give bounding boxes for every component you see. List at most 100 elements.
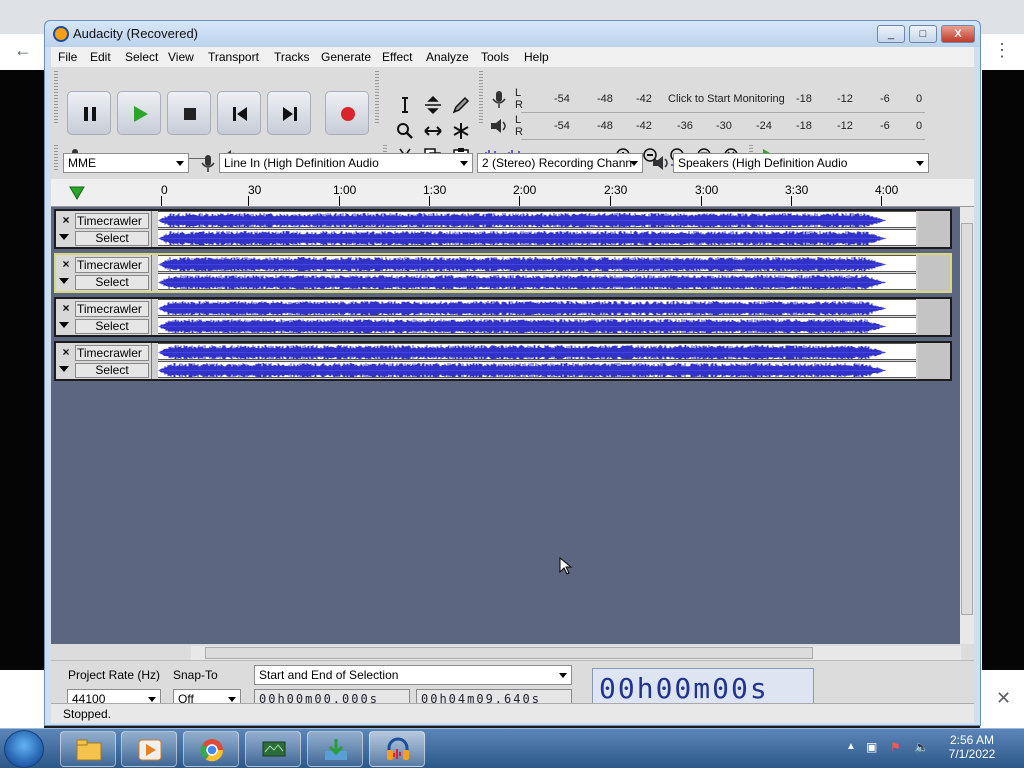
play-head-icon[interactable] <box>68 185 88 201</box>
playback-meter-toggle[interactable] <box>487 114 511 138</box>
menu-analyze[interactable]: Analyze <box>426 50 469 64</box>
status-text: Stopped. <box>63 707 112 721</box>
tray-network-icon[interactable]: ▣ <box>866 740 877 754</box>
track-close-button[interactable]: × <box>59 213 73 227</box>
more-menu-icon[interactable]: ⋮ <box>993 40 1011 61</box>
track-select-button[interactable]: Select <box>75 231 149 246</box>
track-close-button[interactable]: × <box>59 301 73 315</box>
audio-track[interactable]: × Timecrawler Select <box>54 209 952 249</box>
track-select-button[interactable]: Select <box>75 363 149 378</box>
audio-track[interactable]: × Timecrawler Select <box>54 297 952 337</box>
toolbar-grip[interactable] <box>375 71 379 123</box>
audio-position-display[interactable]: 00h00m00s <box>592 668 814 708</box>
record-meter-tick: -12 <box>837 93 853 105</box>
taskbar-audacity[interactable] <box>369 731 425 767</box>
skip-to-end-button[interactable] <box>267 91 311 135</box>
menu-effect[interactable]: Effect <box>382 50 412 64</box>
track-close-button[interactable]: × <box>59 257 73 271</box>
play-button[interactable] <box>117 91 161 135</box>
skip-to-start-button[interactable] <box>217 91 261 135</box>
chevron-down-icon <box>176 161 184 166</box>
track-name-menu[interactable]: Timecrawler <box>75 301 149 317</box>
multi-tool[interactable] <box>449 119 473 143</box>
taskbar-explorer[interactable] <box>60 731 116 767</box>
taskbar-installer[interactable] <box>307 731 363 767</box>
menu-edit[interactable]: Edit <box>90 50 111 64</box>
ruler-tick <box>519 196 520 206</box>
tray-action-center-icon[interactable]: ⚑ <box>890 740 901 754</box>
recording-channels-select[interactable]: 2 (Stereo) Recording Chann <box>477 153 643 173</box>
record-meter-hint[interactable]: Click to Start Monitoring <box>668 93 785 105</box>
start-button[interactable] <box>4 730 44 768</box>
close-button[interactable]: X <box>941 25 975 43</box>
menu-tools[interactable]: Tools <box>481 50 509 64</box>
timeline-ruler[interactable]: 0 30 1:00 1:30 2:00 2:30 3:00 3:30 4:00 <box>51 179 974 207</box>
stop-icon <box>184 108 196 120</box>
envelope-tool[interactable] <box>421 93 445 117</box>
toolbar-grip[interactable] <box>54 71 58 123</box>
track-waveform[interactable] <box>158 299 916 335</box>
playback-meter-tick: -42 <box>636 120 652 132</box>
vertical-scrollbar-thumb[interactable] <box>961 223 973 615</box>
skip-start-icon <box>233 107 247 121</box>
record-meter-toggle[interactable] <box>487 87 511 111</box>
audio-track[interactable]: × Timecrawler Select <box>54 253 952 293</box>
ruler-tick <box>881 196 882 206</box>
track-select-button[interactable]: Select <box>75 319 149 334</box>
recording-device-select[interactable]: Line In (High Definition Audio <box>219 153 473 173</box>
pause-button[interactable] <box>67 91 111 135</box>
selection-mode-value: Start and End of Selection <box>259 668 399 682</box>
taskbar-chrome[interactable] <box>183 731 239 767</box>
menu-file[interactable]: File <box>58 50 77 64</box>
track-collapse-icon[interactable] <box>59 366 69 372</box>
track-collapse-icon[interactable] <box>59 234 69 240</box>
audio-host-select[interactable]: MME <box>63 153 189 173</box>
play-icon <box>134 106 148 122</box>
track-collapse-icon[interactable] <box>59 322 69 328</box>
menu-generate[interactable]: Generate <box>321 50 371 64</box>
taskbar-media-player[interactable] <box>121 731 177 767</box>
track-name-menu[interactable]: Timecrawler <box>75 257 149 273</box>
draw-tool[interactable] <box>449 93 473 117</box>
track-panel[interactable]: × Timecrawler Select × Timecrawler Selec… <box>51 207 960 644</box>
track-waveform[interactable] <box>158 211 916 247</box>
waveform-channel-left <box>158 255 916 272</box>
menu-help[interactable]: Help <box>524 50 549 64</box>
tray-show-hidden-icon[interactable]: ▲ <box>846 741 856 752</box>
track-name-menu[interactable]: Timecrawler <box>75 213 149 229</box>
record-button[interactable] <box>325 91 369 135</box>
track-collapse-icon[interactable] <box>59 278 69 284</box>
menu-transport[interactable]: Transport <box>208 50 259 64</box>
menu-tracks[interactable]: Tracks <box>274 50 310 64</box>
time-shift-tool[interactable] <box>421 119 445 143</box>
horizontal-scrollbar[interactable] <box>191 646 961 660</box>
menu-view[interactable]: View <box>168 50 194 64</box>
microphone-icon <box>492 91 506 108</box>
back-arrow-icon[interactable]: ← <box>14 40 32 61</box>
selection-tool[interactable] <box>393 93 417 117</box>
track-name-menu[interactable]: Timecrawler <box>75 345 149 361</box>
track-waveform[interactable] <box>158 343 916 379</box>
taskbar-network-app[interactable] <box>245 731 301 767</box>
track-close-button[interactable]: × <box>59 345 73 359</box>
track-waveform[interactable] <box>158 255 916 291</box>
tray-clock[interactable]: 2:56 AM 7/1/2022 <box>942 733 1002 761</box>
minimize-button[interactable]: _ <box>877 25 905 43</box>
toolbar-grip[interactable] <box>479 71 483 123</box>
horizontal-scrollbar-thumb[interactable] <box>205 647 813 659</box>
folder-icon <box>76 739 102 761</box>
toolbar-grip[interactable] <box>54 145 58 171</box>
track-select-button[interactable]: Select <box>75 275 149 290</box>
stop-button[interactable] <box>167 91 211 135</box>
waveform-channel-right <box>158 229 916 246</box>
maximize-button[interactable]: □ <box>909 25 937 43</box>
audio-track[interactable]: × Timecrawler Select <box>54 341 952 381</box>
zoom-tool[interactable] <box>393 119 417 143</box>
vertical-scrollbar[interactable] <box>960 207 974 644</box>
close-icon[interactable]: ✕ <box>996 688 1011 709</box>
selection-mode-select[interactable]: Start and End of Selection <box>254 665 572 685</box>
menu-select[interactable]: Select <box>125 50 158 64</box>
ruler-label: 1:00 <box>333 183 357 197</box>
tray-volume-icon[interactable]: 🔈 <box>914 740 929 754</box>
playback-device-select[interactable]: Speakers (High Definition Audio <box>673 153 929 173</box>
